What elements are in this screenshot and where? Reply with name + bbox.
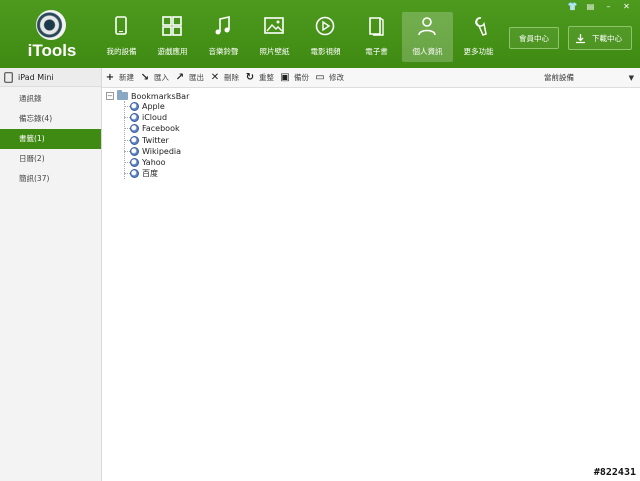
reload-label: 重整: [259, 73, 274, 82]
nav-label: 遊戲應用: [157, 47, 188, 56]
sidebar-item-contacts[interactable]: 通訊錄: [0, 89, 101, 109]
bookmark-item[interactable]: Facebook: [124, 123, 180, 134]
backup-label: 備份: [294, 73, 309, 82]
member-center-button[interactable]: 會員中心: [509, 27, 559, 49]
sidebar: iPad Mini 通訊錄 備忘錄(4) 書籤(1) 日曆(2) 簡訊(37): [0, 68, 102, 481]
new-button[interactable]: + 新建: [105, 72, 134, 83]
globe-icon: [130, 102, 139, 111]
image-watermark: #822431: [593, 467, 636, 478]
reload-button[interactable]: ↻ 重整: [245, 72, 274, 83]
video-icon: [315, 16, 335, 36]
bookmark-item[interactable]: Wikipedia: [124, 146, 181, 157]
save-icon: ▣: [280, 71, 290, 83]
minimize-icon[interactable]: –: [601, 1, 616, 11]
globe-icon: [130, 147, 139, 156]
bookmark-item[interactable]: Apple: [124, 101, 165, 112]
device-header[interactable]: iPad Mini: [0, 68, 101, 87]
itools-logo[interactable]: iTools: [24, 10, 78, 66]
folder-icon: ▭: [315, 71, 325, 83]
collapse-icon[interactable]: −: [106, 92, 114, 100]
logo-text: iTools: [27, 41, 77, 60]
delete-icon: ✕: [210, 71, 220, 83]
new-label: 新建: [119, 73, 134, 82]
music-icon: [215, 16, 230, 35]
sidebar-item-calendar[interactable]: 日曆(2): [0, 149, 101, 169]
import-icon: ↘: [140, 71, 150, 83]
person-icon: [418, 17, 436, 36]
nav-more-tools[interactable]: 更多功能: [453, 12, 504, 62]
globe-icon: [130, 169, 139, 178]
device-name: iPad Mini: [18, 72, 54, 82]
tools-icon: [475, 17, 487, 36]
backup-button[interactable]: ▣ 備份: [280, 72, 309, 83]
globe-icon: [130, 136, 139, 145]
globe-icon: [130, 124, 139, 133]
app-header: iTools 我的設備 遊戲應用 音樂鈴聲 照片壁紙 電影視頻 電子書 個人資訊…: [0, 0, 640, 68]
bookmark-item[interactable]: iCloud: [124, 112, 167, 123]
bookmark-label: Yahoo: [142, 158, 166, 167]
menu-icon[interactable]: ▤: [583, 1, 598, 11]
bookmark-label: Facebook: [142, 124, 180, 133]
nav-personal-info[interactable]: 個人資訊: [402, 12, 453, 62]
delete-button[interactable]: ✕ 刪除: [210, 72, 239, 83]
photo-icon: [264, 17, 284, 34]
download-icon: [576, 33, 585, 43]
bookmark-item[interactable]: 百度: [124, 168, 158, 179]
globe-icon: [130, 158, 139, 167]
sidebar-list: 通訊錄 備忘錄(4) 書籤(1) 日曆(2) 簡訊(37): [0, 87, 101, 189]
nav-label: 音樂鈴聲: [208, 47, 239, 56]
device-select[interactable]: 當前設備 ▼: [544, 71, 636, 84]
folder-icon: [117, 90, 128, 100]
bookmark-label: Apple: [142, 102, 165, 111]
device-select-value: 當前設備: [544, 73, 574, 82]
bookmark-label: Twitter: [142, 136, 169, 145]
download-label: 下載中心: [592, 33, 622, 43]
modify-button[interactable]: ▭ 修改: [315, 72, 344, 83]
bookmark-item[interactable]: Twitter: [124, 135, 169, 146]
apps-icon: [162, 16, 182, 36]
import-button[interactable]: ↘ 匯入: [140, 72, 169, 83]
sidebar-item-messages[interactable]: 簡訊(37): [0, 169, 101, 189]
export-icon: ↗: [175, 71, 185, 83]
tree-root-label: BookmarksBar: [131, 91, 190, 101]
nav-label: 個人資訊: [412, 47, 443, 56]
bookmark-tree: − BookmarksBar Apple iCloud Facebook Twi…: [102, 88, 640, 481]
nav-label: 電子書: [365, 47, 388, 56]
sidebar-item-notes[interactable]: 備忘錄(4): [0, 109, 101, 129]
ebook-icon: [369, 17, 384, 36]
download-center-button[interactable]: 下載中心: [568, 26, 632, 50]
bookmark-label: 百度: [142, 169, 158, 178]
nav-my-device[interactable]: 我的設備: [96, 12, 147, 62]
bookmark-item[interactable]: Yahoo: [124, 157, 166, 168]
nav-label: 電影視頻: [310, 47, 341, 56]
nav-label: 更多功能: [463, 47, 494, 56]
nav-music[interactable]: 音樂鈴聲: [198, 12, 249, 62]
chevron-down-icon: ▼: [628, 73, 634, 82]
refresh-icon: ↻: [245, 71, 255, 83]
nav-videos[interactable]: 電影視頻: [300, 12, 351, 62]
nav-games-apps[interactable]: 遊戲應用: [147, 12, 198, 62]
close-icon[interactable]: ✕: [619, 1, 634, 11]
skin-icon[interactable]: 👕: [565, 1, 580, 11]
window-controls: 👕 ▤ – ✕: [565, 1, 634, 11]
globe-icon: [130, 113, 139, 122]
import-label: 匯入: [154, 73, 169, 82]
logo-eye-icon: [36, 10, 66, 40]
bookmark-label: iCloud: [142, 113, 168, 122]
sidebar-item-bookmarks[interactable]: 書籤(1): [0, 129, 101, 149]
tablet-icon: [4, 71, 13, 83]
delete-label: 刪除: [224, 73, 239, 82]
nav-label: 照片壁紙: [259, 47, 290, 56]
plus-icon: +: [105, 71, 115, 83]
toolbar: + 新建 ↘ 匯入 ↗ 匯出 ✕ 刪除 ↻ 重整 ▣ 備份 ▭ 修改 當前設備 ▼: [102, 68, 640, 88]
modify-label: 修改: [329, 73, 344, 82]
nav-ebooks[interactable]: 電子書: [351, 12, 402, 62]
nav-label: 我的設備: [106, 47, 137, 56]
export-button[interactable]: ↗ 匯出: [175, 72, 204, 83]
device-icon: [115, 16, 127, 35]
bookmark-label: Wikipedia: [142, 147, 182, 156]
export-label: 匯出: [189, 73, 204, 82]
main-nav: 我的設備 遊戲應用 音樂鈴聲 照片壁紙 電影視頻 電子書 個人資訊 更多功能: [96, 12, 504, 62]
nav-photos[interactable]: 照片壁紙: [249, 12, 300, 62]
